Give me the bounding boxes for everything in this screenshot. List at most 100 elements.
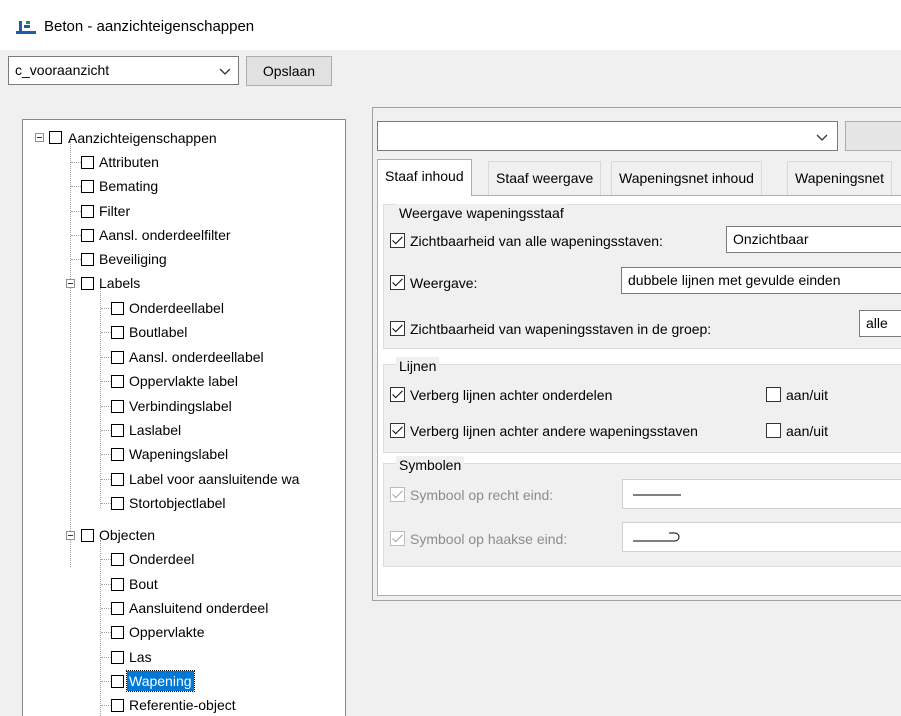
group-title-symbols: Symbolen	[396, 456, 465, 474]
tree-node-aansl-onderdeellabel[interactable]: Aansl. onderdeellabel	[23, 346, 343, 370]
chevron-down-icon	[219, 68, 231, 75]
straight-end-symbol-icon	[633, 494, 681, 496]
display-mode-checkbox[interactable]	[390, 275, 405, 290]
tree-node-laslabel[interactable]: Laslabel	[23, 419, 343, 443]
tree-node-label: Aanzichteigenschappen	[68, 130, 217, 146]
tree-node-label: Referentie-object	[129, 697, 236, 713]
tree-checkbox[interactable]	[111, 578, 124, 591]
collapse-icon[interactable]	[66, 531, 75, 540]
tree-checkbox[interactable]	[111, 675, 124, 688]
tree-checkbox[interactable]	[81, 156, 94, 169]
tree-node-onderdeel[interactable]: Onderdeel	[23, 548, 343, 572]
tree-node-label: Labels	[99, 275, 141, 291]
tree-node-aansl-onderdeelfilter[interactable]: Aansl. onderdeelfilter	[23, 224, 343, 248]
visibility-all-checkbox[interactable]	[390, 233, 405, 248]
tree-checkbox[interactable]	[111, 553, 124, 566]
tree-checkbox[interactable]	[111, 626, 124, 639]
tree-node-beveiliging[interactable]: Beveiliging	[23, 248, 343, 272]
tree-node-label: Bemating	[99, 178, 159, 194]
title-bar: Beton - aanzichteigenschappen	[0, 0, 901, 50]
tree-node-wapeningslabel[interactable]: Wapeningslabel	[23, 443, 343, 467]
tree-checkbox[interactable]	[81, 529, 94, 542]
tree-node-label: Oppervlakte	[129, 624, 205, 640]
tab-wapeningsnet[interactable]: Wapeningsnet	[787, 161, 892, 195]
properties-tree[interactable]: Aanzichteigenschappen Attributen Bematin…	[22, 119, 346, 716]
tree-node-label: Verbindingslabel	[129, 398, 232, 414]
tree-checkbox[interactable]	[81, 180, 94, 193]
tree-node-bout[interactable]: Bout	[23, 573, 343, 597]
tree-node-label: Wapeningslabel	[129, 446, 229, 462]
object-group-dropdown[interactable]	[377, 121, 838, 151]
tree-node-label: Oppervlakte label	[129, 373, 238, 389]
collapse-icon[interactable]	[66, 279, 75, 288]
tree-node-label: Aansl. onderdeelfilter	[99, 227, 231, 243]
visibility-all-dropdown[interactable]: Onzichtbaar	[726, 226, 901, 253]
tree-node-objecten[interactable]: Objecten	[23, 524, 343, 548]
tree-node-label-aansluitende[interactable]: Label voor aansluitende wa	[23, 468, 343, 492]
collapse-icon[interactable]	[35, 133, 44, 142]
tree-checkbox[interactable]	[111, 602, 124, 615]
tree-checkbox[interactable]	[111, 699, 124, 712]
tree-checkbox[interactable]	[111, 473, 124, 486]
tree-checkbox[interactable]	[81, 229, 94, 242]
tree-node-label: Aansl. onderdeellabel	[129, 349, 264, 365]
tab-wapeningsnet-inhoud[interactable]: Wapeningsnet inhoud	[611, 161, 762, 195]
tab-staaf-inhoud[interactable]: Staaf inhoud	[377, 159, 472, 196]
tree-node-label: Label voor aansluitende wa	[129, 471, 300, 487]
hook-end-checkbox[interactable]	[390, 531, 405, 546]
straight-end-dropdown[interactable]	[622, 479, 901, 509]
group-title-lines: Lijnen	[396, 357, 440, 375]
tree-checkbox[interactable]	[111, 351, 124, 364]
tree-checkbox[interactable]	[49, 131, 62, 144]
tree-node-label: Stortobjectlabel	[129, 495, 226, 511]
hook-end-dropdown[interactable]	[622, 522, 901, 552]
tree-node-oppervlakte-label[interactable]: Oppervlakte label	[23, 370, 343, 394]
save-button[interactable]: Opslaan	[246, 56, 332, 86]
tree-checkbox[interactable]	[111, 424, 124, 437]
hide-behind-parts-toggle[interactable]	[766, 387, 781, 402]
view-settings-dropdown[interactable]: c_vooraanzicht	[8, 56, 239, 85]
hide-behind-parts-checkbox[interactable]	[390, 387, 405, 402]
tree-node-verbindingslabel[interactable]: Verbindingslabel	[23, 395, 343, 419]
tree-node-oppervlakte[interactable]: Oppervlakte	[23, 621, 343, 645]
display-mode-dropdown[interactable]: dubbele lijnen met gevulde einden	[621, 267, 901, 294]
tree-node-label: Onderdeel	[129, 551, 195, 567]
tree-node-bemating[interactable]: Bemating	[23, 175, 343, 199]
tree-node-referentie-object[interactable]: Referentie-object	[23, 694, 343, 716]
hide-behind-rebars-checkbox[interactable]	[390, 423, 405, 438]
straight-end-checkbox[interactable]	[390, 487, 405, 502]
tree-node-label: Laslabel	[129, 422, 182, 438]
tree-node-label: Onderdeellabel	[129, 300, 224, 316]
tree-node-label: Las	[129, 649, 152, 665]
display-mode-label: Weergave:	[410, 275, 478, 291]
tree-node-root[interactable]: Aanzichteigenschappen	[23, 126, 343, 150]
object-group-button[interactable]	[845, 121, 901, 151]
tree-checkbox[interactable]	[111, 497, 124, 510]
tree-node-attributen[interactable]: Attributen	[23, 151, 343, 175]
tree-node-label-selected: Wapening	[126, 670, 195, 692]
tree-node-onderdeellabel[interactable]: Onderdeellabel	[23, 297, 343, 321]
group-visibility-dropdown[interactable]: alle	[859, 310, 901, 337]
tree-checkbox[interactable]	[81, 277, 94, 290]
tree-checkbox[interactable]	[111, 302, 124, 315]
hide-behind-rebars-toggle[interactable]	[766, 423, 781, 438]
tree-node-stortobjectlabel[interactable]: Stortobjectlabel	[23, 492, 343, 516]
view-settings-value: c_vooraanzicht	[15, 62, 110, 78]
hide-behind-parts-toggle-label: aan/uit	[786, 387, 829, 403]
tab-staaf-weergave[interactable]: Staaf weergave	[488, 161, 602, 195]
tree-checkbox[interactable]	[111, 651, 124, 664]
tree-checkbox[interactable]	[81, 205, 94, 218]
tree-node-labels[interactable]: Labels	[23, 272, 343, 296]
tree-checkbox[interactable]	[111, 400, 124, 413]
tree-checkbox[interactable]	[81, 253, 94, 266]
tree-node-aansluitend-onderdeel[interactable]: Aansluitend onderdeel	[23, 597, 343, 621]
tree-checkbox[interactable]	[111, 448, 124, 461]
tree-node-label: Objecten	[99, 527, 156, 543]
tree-node-las[interactable]: Las	[23, 646, 343, 670]
tree-checkbox[interactable]	[111, 375, 124, 388]
tree-node-boutlabel[interactable]: Boutlabel	[23, 321, 343, 345]
tree-checkbox[interactable]	[111, 326, 124, 339]
tree-node-filter[interactable]: Filter	[23, 200, 343, 224]
tree-node-wapening[interactable]: Wapening	[23, 670, 343, 694]
group-visibility-checkbox[interactable]	[390, 321, 405, 336]
